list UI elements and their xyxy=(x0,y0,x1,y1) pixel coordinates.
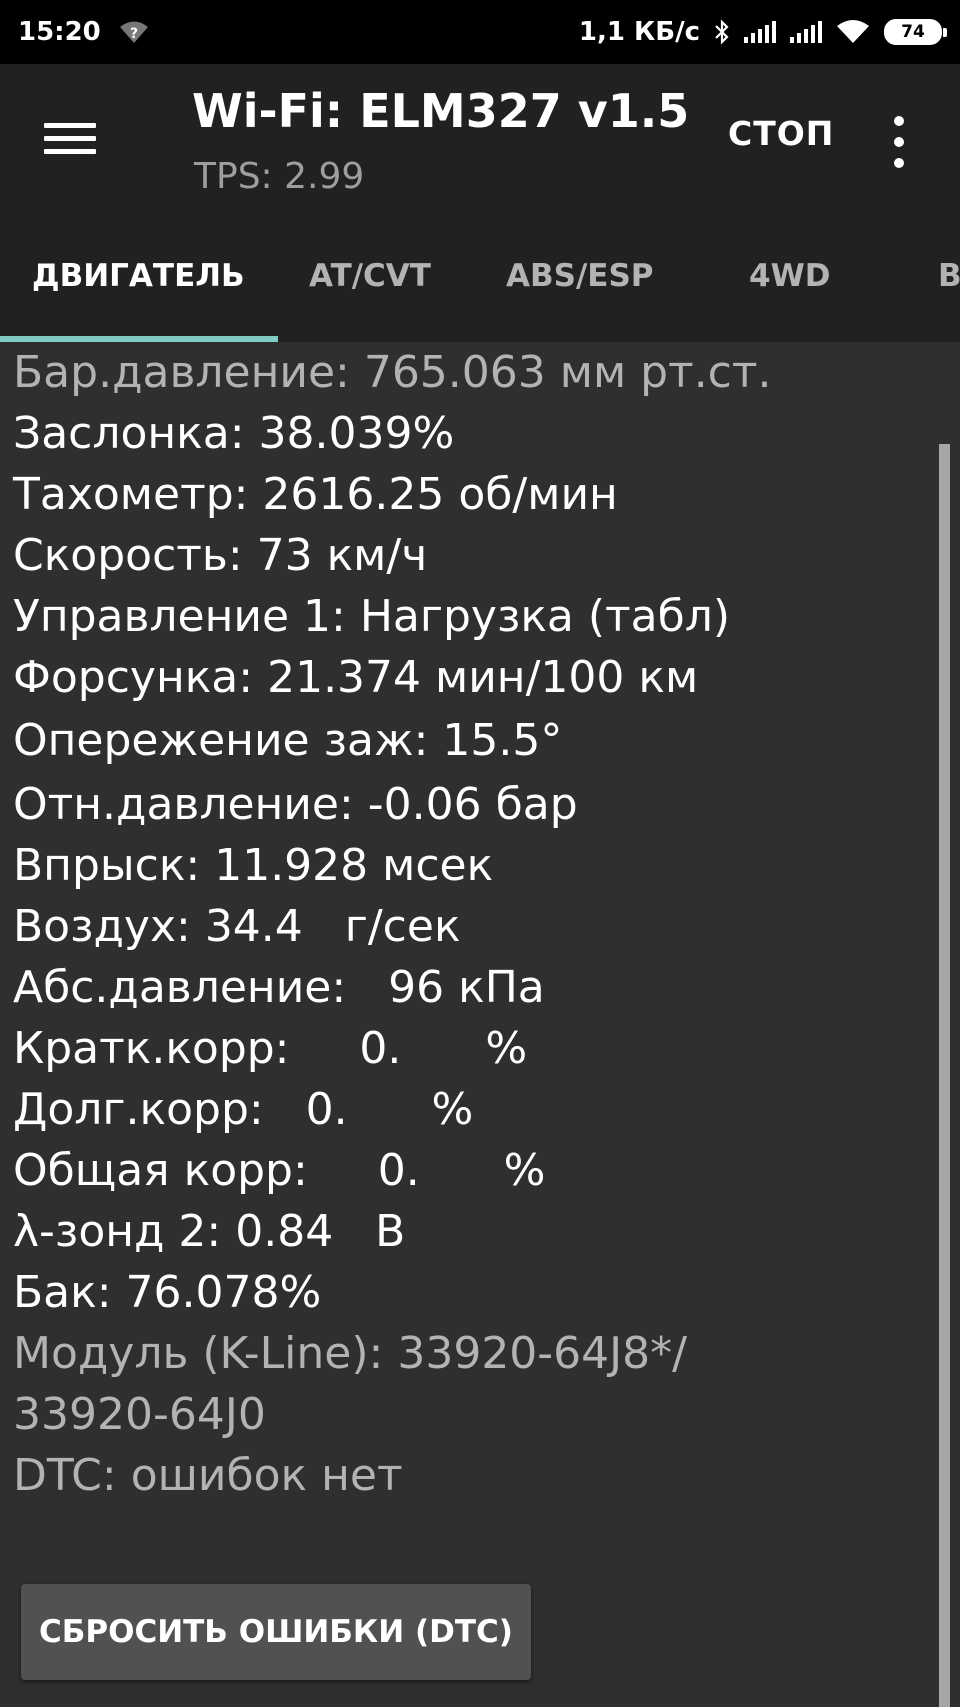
tab-abs-esp[interactable]: ABS/ESP xyxy=(506,258,654,294)
network-speed: 1,1 КБ/с xyxy=(578,17,700,47)
param-control-1: Управление 1: Нагрузка (табл) xyxy=(13,591,731,642)
tab-bar: ДВИГАТЕЛЬ AT/CVT ABS/ESP 4WD B xyxy=(0,210,960,342)
param-abs-pressure: Абс.давление: 96 кПа xyxy=(13,962,545,1013)
menu-icon[interactable] xyxy=(44,108,104,168)
param-injector: Форсунка: 21.374 мин/100 км xyxy=(13,652,699,703)
param-long-trim: Долг.корр: 0. % xyxy=(13,1084,474,1135)
tab-more[interactable]: B xyxy=(938,258,960,294)
parameter-list: Бар.давление: 765.063 мм рт.ст. Заслонка… xyxy=(13,342,933,1506)
tab-4wd[interactable]: 4WD xyxy=(749,258,831,294)
param-tachometer: Тахометр: 2616.25 об/мин xyxy=(13,469,618,520)
module-info: Модуль (K-Line): 33920-64J8*/ xyxy=(13,1328,687,1379)
app-bar: Wi-Fi: ELM327 v1.5 TPS: 2.99 СТОП xyxy=(0,64,960,210)
bluetooth-icon xyxy=(715,19,729,45)
param-injection: Впрыск: 11.928 мсек xyxy=(13,840,494,891)
param-throttle: Заслонка: 38.039% xyxy=(13,408,455,459)
tab-at-cvt[interactable]: AT/CVT xyxy=(309,258,431,294)
param-short-trim: Кратк.корр: 0. % xyxy=(13,1023,528,1074)
param-relative-pressure: Отн.давление: -0.06 бар xyxy=(13,779,578,830)
wifi-unknown-icon: ? xyxy=(119,21,148,43)
signal-strength-2-icon xyxy=(790,21,822,43)
reset-dtc-button[interactable]: СБРОСИТЬ ОШИБКИ (DTC) xyxy=(21,1584,531,1680)
battery-icon: 74 xyxy=(884,19,947,45)
param-fuel-tank: Бак: 76.078% xyxy=(13,1267,322,1318)
stop-button[interactable]: СТОП xyxy=(728,114,834,153)
param-air-flow: Воздух: 34.4 г/сек xyxy=(13,901,461,952)
more-options-icon[interactable] xyxy=(884,116,914,168)
status-bar: 15:20 ? 1,1 КБ/с 74 xyxy=(0,0,960,64)
param-lambda-2: λ-зонд 2: 0.84 В xyxy=(13,1206,406,1257)
status-time: 15:20 xyxy=(18,17,101,47)
svg-text:?: ? xyxy=(130,26,138,42)
scrollbar[interactable] xyxy=(939,444,950,1707)
battery-level: 74 xyxy=(901,22,925,42)
engine-data-panel: Бар.давление: 765.063 мм рт.ст. Заслонка… xyxy=(0,342,960,1707)
signal-strength-icon xyxy=(744,21,776,43)
param-ignition-advance: Опережение заж: 15.5° xyxy=(13,715,563,766)
module-info-continued: 33920-64J0 xyxy=(13,1389,266,1440)
param-baro-pressure: Бар.давление: 765.063 мм рт.ст. xyxy=(13,347,772,398)
wifi-icon xyxy=(837,20,869,43)
app-subtitle: TPS: 2.99 xyxy=(194,156,365,197)
param-speed: Скорость: 73 км/ч xyxy=(13,530,428,581)
tab-engine[interactable]: ДВИГАТЕЛЬ xyxy=(32,258,245,294)
app-title: Wi-Fi: ELM327 v1.5 xyxy=(192,84,690,138)
param-total-trim: Общая корр: 0. % xyxy=(13,1145,546,1196)
dtc-status: DTC: ошибок нет xyxy=(13,1450,403,1501)
